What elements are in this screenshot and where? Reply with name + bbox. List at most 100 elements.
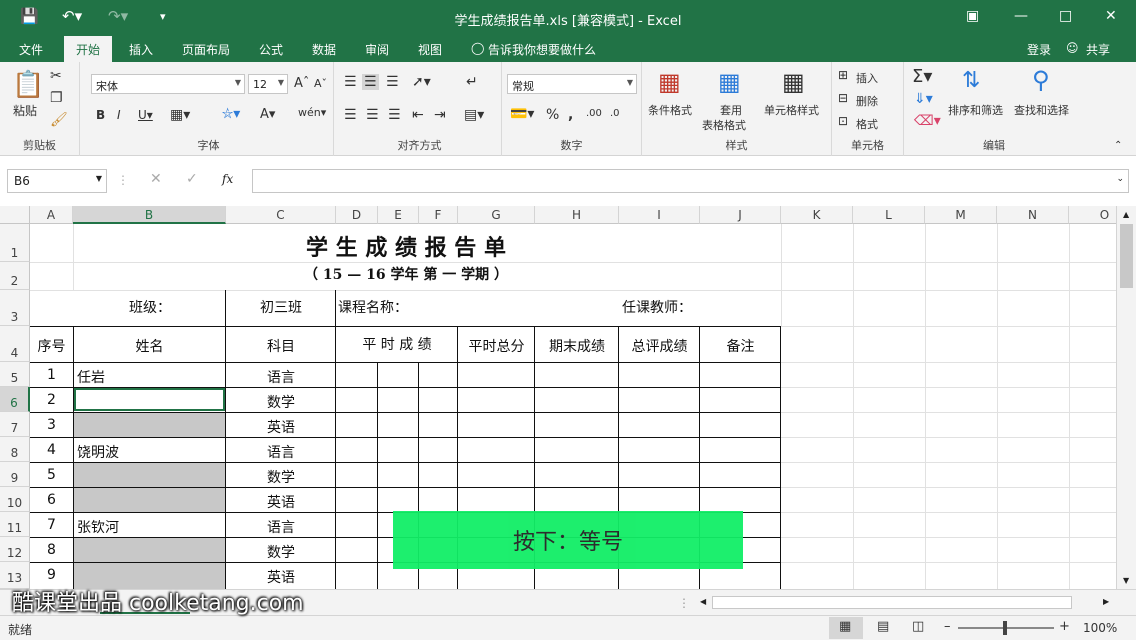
format-painter-icon[interactable]: 🖌 xyxy=(50,112,68,128)
cell-seq[interactable]: 3 xyxy=(30,417,73,433)
align-middle-icon[interactable]: ☰ xyxy=(362,74,379,90)
clear-icon[interactable]: ⌫▾ xyxy=(914,113,941,129)
bold-icon[interactable]: B xyxy=(96,108,105,122)
scroll-right-icon[interactable]: ▶ xyxy=(1103,597,1109,606)
format-as-table-line1[interactable]: 套用 xyxy=(720,102,742,118)
fill-color-icon[interactable]: ⛦▾ xyxy=(222,106,240,122)
row-header[interactable]: 8 xyxy=(0,437,30,462)
find-select-button[interactable]: 查找和选择 xyxy=(1014,102,1069,118)
row-header[interactable]: 2 xyxy=(0,262,30,290)
row-header[interactable]: 10 xyxy=(0,487,30,512)
share-button[interactable]: 共享 xyxy=(1086,41,1110,58)
cell-subject[interactable]: 英语 xyxy=(226,567,336,587)
row-header[interactable]: 4 xyxy=(0,326,30,362)
zoom-out-icon[interactable]: – xyxy=(944,619,951,634)
font-name-select[interactable]: 宋体 ▼ xyxy=(91,74,245,94)
cell-subject[interactable]: 数学 xyxy=(226,392,336,412)
row-header[interactable]: 7 xyxy=(0,412,30,437)
cell-subject[interactable]: 语言 xyxy=(226,367,336,387)
minimize-icon[interactable]: — xyxy=(1014,8,1028,24)
cell-subject[interactable]: 数学 xyxy=(226,467,336,487)
align-center-icon[interactable]: ☰ xyxy=(366,107,379,123)
percent-icon[interactable]: % xyxy=(546,107,559,123)
sort-filter-icon[interactable]: ⇅ xyxy=(962,68,980,93)
align-left-icon[interactable]: ☰ xyxy=(344,107,357,123)
merged-name-cell[interactable] xyxy=(74,538,226,589)
column-header[interactable]: G xyxy=(458,206,535,224)
cell-name[interactable]: 张钦河 xyxy=(77,517,119,537)
format-cells-icon[interactable]: ⊡ xyxy=(838,114,848,128)
tab-data[interactable]: 数据 xyxy=(312,41,336,58)
delete-cells-icon[interactable]: ⊟ xyxy=(838,91,848,105)
row-header[interactable]: 5 xyxy=(0,362,30,387)
scroll-left-icon[interactable]: ◀ xyxy=(700,597,706,606)
tab-formulas[interactable]: 公式 xyxy=(259,41,283,58)
active-cell-b6[interactable] xyxy=(74,388,225,411)
decrease-decimal-icon[interactable]: .0 xyxy=(610,108,620,119)
column-header[interactable]: C xyxy=(226,206,336,224)
cancel-icon[interactable]: ✕ xyxy=(150,171,162,187)
align-top-icon[interactable]: ☰ xyxy=(344,74,357,90)
column-header[interactable]: I xyxy=(619,206,700,224)
font-size-select[interactable]: 12 ▼ xyxy=(248,74,288,94)
row-header[interactable]: 11 xyxy=(0,512,30,537)
cell-name[interactable]: 饶明波 xyxy=(77,442,119,462)
vertical-scrollbar[interactable]: ▲ ▼ xyxy=(1116,206,1136,589)
name-box[interactable]: B6 ▼ xyxy=(7,169,107,193)
cell-seq[interactable]: 2 xyxy=(30,392,73,408)
paste-button[interactable]: 粘贴 xyxy=(13,102,37,119)
maximize-icon[interactable]: □ xyxy=(1059,8,1072,24)
comma-style-icon[interactable]: , xyxy=(568,107,573,123)
tell-me-box[interactable]: 告诉我你想要做什么 xyxy=(488,41,596,58)
column-header[interactable]: D xyxy=(336,206,378,224)
cell-seq[interactable]: 8 xyxy=(30,542,73,558)
enter-icon[interactable]: ✓ xyxy=(186,171,198,187)
tab-home[interactable]: 开始 xyxy=(64,36,113,62)
orientation-icon[interactable]: ➚▾ xyxy=(412,74,431,90)
close-icon[interactable]: ✕ xyxy=(1105,8,1117,24)
underline-icon[interactable]: U▾ xyxy=(138,108,153,122)
increase-indent-icon[interactable]: ⇥ xyxy=(434,107,446,123)
tab-page-layout[interactable]: 页面布局 xyxy=(182,41,230,58)
find-select-icon[interactable]: ⚲ xyxy=(1032,66,1050,94)
align-right-icon[interactable]: ☰ xyxy=(388,107,401,123)
cell-seq[interactable]: 5 xyxy=(30,467,73,483)
column-header[interactable]: B xyxy=(73,206,226,224)
formula-input[interactable]: ⌄ xyxy=(252,169,1129,193)
increase-decimal-icon[interactable]: .00 xyxy=(586,108,602,119)
italic-icon[interactable]: I xyxy=(117,108,121,122)
zoom-in-icon[interactable]: + xyxy=(1059,619,1070,634)
row-header[interactable]: 9 xyxy=(0,462,30,487)
cell-subject[interactable]: 语言 xyxy=(226,517,336,537)
ribbon-display-icon[interactable]: ▣ xyxy=(966,8,979,24)
grow-font-icon[interactable]: Aˆ xyxy=(294,76,309,91)
fill-icon[interactable]: ⇓▾ xyxy=(914,91,933,107)
column-header[interactable]: M xyxy=(925,206,997,224)
cell-styles-button[interactable]: 单元格样式 xyxy=(764,102,819,118)
signin-link[interactable]: 登录 xyxy=(1027,41,1051,58)
autosum-icon[interactable]: Σ▾ xyxy=(912,66,932,87)
merge-center-icon[interactable]: ▤▾ xyxy=(464,107,484,123)
column-header[interactable]: J xyxy=(700,206,781,224)
format-as-table-icon[interactable]: ▦ xyxy=(718,68,741,96)
tab-view[interactable]: 视图 xyxy=(418,41,442,58)
cell-name[interactable]: 任岩 xyxy=(77,367,105,387)
shrink-font-icon[interactable]: Aˇ xyxy=(314,77,327,90)
page-break-view-icon[interactable]: ◫ xyxy=(912,619,924,634)
cell-seq[interactable]: 7 xyxy=(30,517,73,533)
collapse-ribbon-icon[interactable]: ⌃ xyxy=(1114,140,1122,151)
horizontal-scroll-thumb[interactable] xyxy=(712,596,1072,609)
column-header[interactable]: A xyxy=(30,206,73,224)
paste-icon[interactable]: 📋 xyxy=(12,70,44,100)
merged-name-cell[interactable] xyxy=(74,413,226,437)
delete-cells-button[interactable]: 删除 xyxy=(856,93,878,109)
column-header[interactable]: E xyxy=(378,206,419,224)
insert-cells-icon[interactable]: ⊞ xyxy=(838,68,848,82)
tab-review[interactable]: 审阅 xyxy=(365,41,389,58)
borders-icon[interactable]: ▦▾ xyxy=(170,107,190,123)
row-header[interactable]: 6 xyxy=(0,387,30,412)
format-as-table-line2[interactable]: 表格格式 xyxy=(702,117,746,133)
tab-file[interactable]: 文件 xyxy=(19,41,43,58)
cell-subject[interactable]: 英语 xyxy=(226,417,336,437)
scroll-up-icon[interactable]: ▲ xyxy=(1123,210,1129,219)
